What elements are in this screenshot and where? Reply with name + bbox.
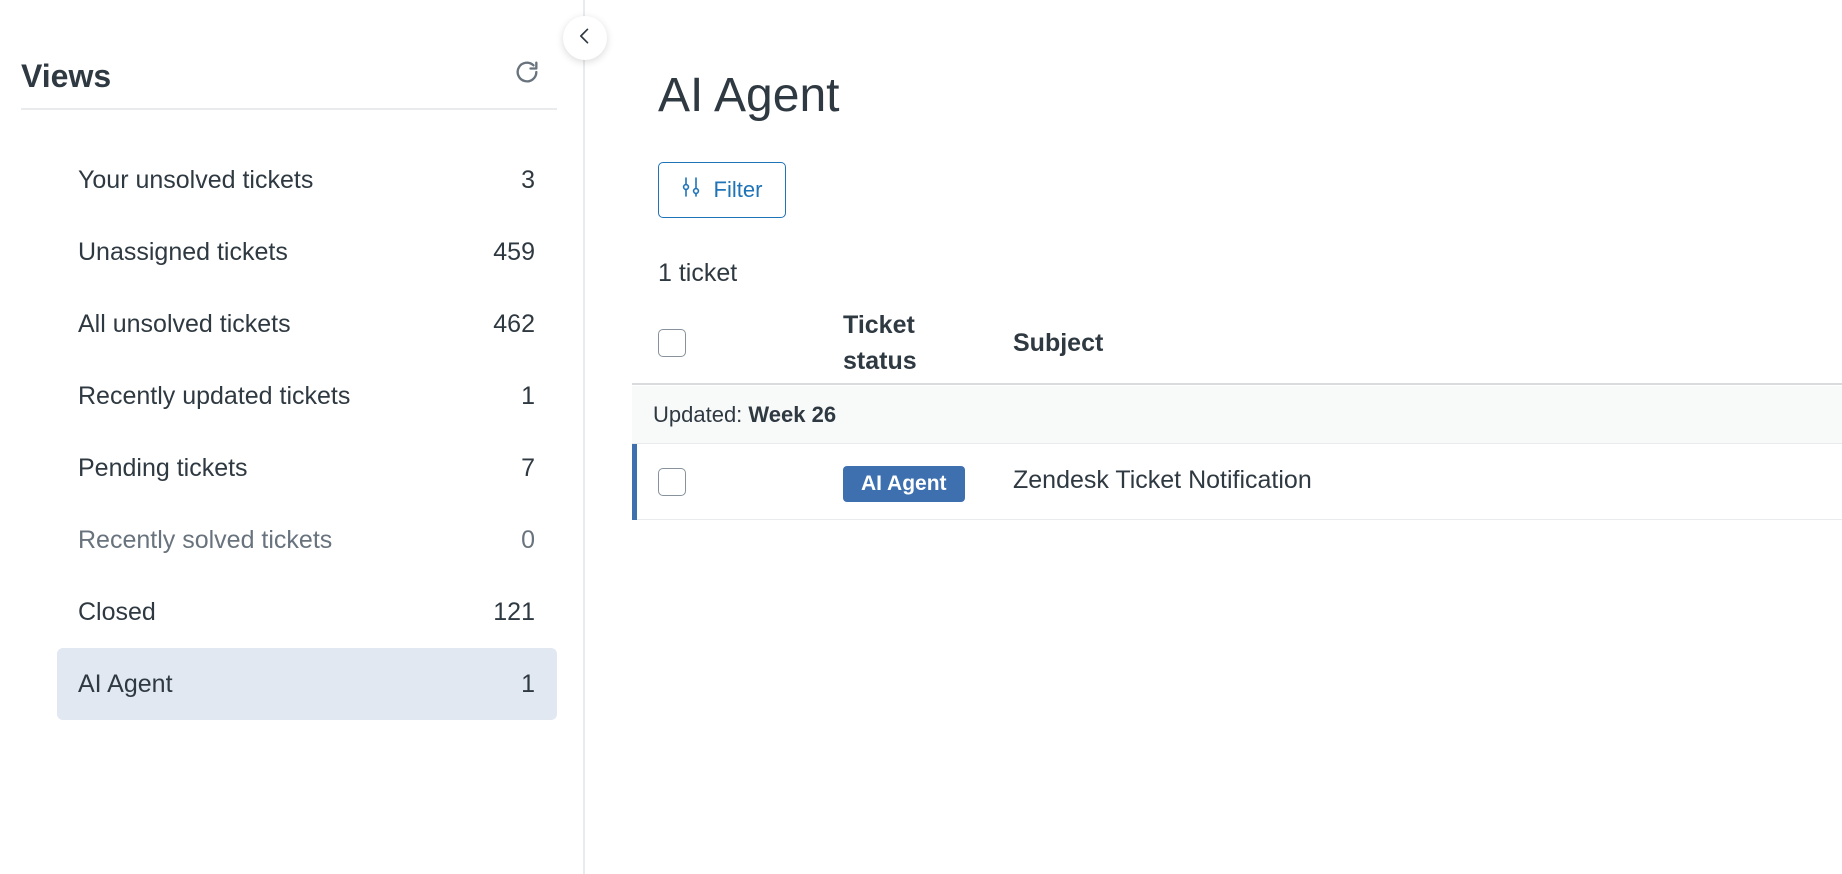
view-item-count: 1 bbox=[521, 669, 535, 698]
sidebar-header: Views bbox=[21, 50, 557, 110]
ticket-count: 1 ticket bbox=[658, 259, 738, 287]
view-item-all-unsolved-tickets[interactable]: All unsolved tickets 462 bbox=[57, 288, 557, 360]
column-header-subject[interactable]: Subject bbox=[1013, 325, 1103, 361]
view-item-label: AI Agent bbox=[78, 669, 173, 698]
group-label-value: Week 26 bbox=[748, 402, 837, 427]
status-badge: AI Agent bbox=[843, 466, 965, 502]
view-item-label: Pending tickets bbox=[78, 453, 248, 482]
group-label-prefix: Updated: bbox=[653, 402, 749, 427]
views-title: Views bbox=[21, 58, 112, 94]
row-checkbox[interactable] bbox=[658, 468, 686, 496]
view-item-unassigned-tickets[interactable]: Unassigned tickets 459 bbox=[57, 216, 557, 288]
view-item-count: 0 bbox=[521, 525, 535, 554]
app: Views Your unsolved tickets 3 Unassigned… bbox=[0, 0, 1842, 874]
view-item-label: Recently solved tickets bbox=[78, 525, 333, 554]
view-item-recently-updated-tickets[interactable]: Recently updated tickets 1 bbox=[57, 360, 557, 432]
main-content: AI Agent Filter 1 ticket Ticket status S… bbox=[632, 0, 1842, 874]
column-header-ticket-status-line1: Ticket bbox=[843, 311, 915, 339]
view-item-ai-agent[interactable]: AI Agent 1 bbox=[57, 648, 557, 720]
table-row[interactable]: AI Agent Zendesk Ticket Notification bbox=[632, 444, 1842, 520]
ticket-subject-link[interactable]: Zendesk Ticket Notification bbox=[1013, 466, 1312, 495]
filter-icon bbox=[682, 176, 702, 204]
view-item-recently-solved-tickets[interactable]: Recently solved tickets 0 bbox=[57, 504, 557, 576]
view-item-closed[interactable]: Closed 121 bbox=[57, 576, 557, 648]
table-header: Ticket status Subject bbox=[632, 305, 1842, 385]
page-title: AI Agent bbox=[658, 69, 840, 122]
column-header-ticket-status-line2: status bbox=[843, 347, 917, 375]
filter-button[interactable]: Filter bbox=[658, 162, 786, 218]
collapse-sidebar-button[interactable] bbox=[563, 16, 607, 60]
view-item-count: 459 bbox=[493, 237, 535, 266]
group-label: Updated: Week 26 bbox=[653, 402, 836, 428]
view-item-count: 462 bbox=[493, 309, 535, 338]
row-selected-accent bbox=[632, 444, 637, 520]
view-item-label: Closed bbox=[78, 597, 156, 626]
view-item-pending-tickets[interactable]: Pending tickets 7 bbox=[57, 432, 557, 504]
view-item-label: Unassigned tickets bbox=[78, 237, 288, 266]
view-list: Your unsolved tickets 3 Unassigned ticke… bbox=[57, 144, 557, 720]
refresh-button[interactable] bbox=[511, 58, 543, 90]
group-row: Updated: Week 26 bbox=[632, 386, 1842, 444]
view-item-count: 1 bbox=[521, 381, 535, 410]
refresh-icon bbox=[513, 58, 541, 91]
view-item-label: Your unsolved tickets bbox=[78, 165, 314, 194]
filter-button-label: Filter bbox=[713, 177, 763, 202]
view-item-your-unsolved-tickets[interactable]: Your unsolved tickets 3 bbox=[57, 144, 557, 216]
view-item-label: All unsolved tickets bbox=[78, 309, 291, 338]
chevron-left-icon bbox=[575, 26, 595, 51]
select-all-checkbox[interactable] bbox=[658, 329, 686, 357]
view-item-count: 7 bbox=[521, 453, 535, 482]
view-item-count: 3 bbox=[521, 165, 535, 194]
column-header-ticket-status[interactable]: Ticket status bbox=[843, 307, 917, 379]
view-item-count: 121 bbox=[493, 597, 535, 626]
view-item-label: Recently updated tickets bbox=[78, 381, 351, 410]
views-sidebar: Views Your unsolved tickets 3 Unassigned… bbox=[0, 0, 585, 874]
